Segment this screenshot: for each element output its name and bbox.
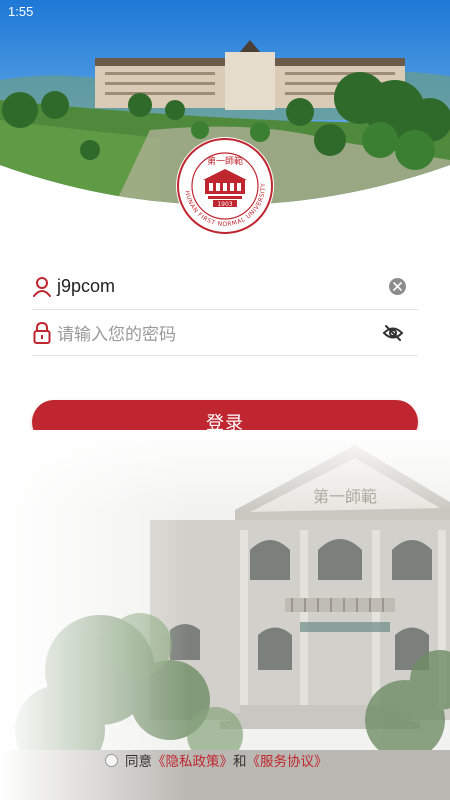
person-icon — [32, 276, 52, 298]
emblem-calligraphy: 第一師範 — [207, 155, 243, 167]
login-form: j9pcom 请输入您的密码 — [32, 264, 418, 356]
status-bar: 1:55 — [0, 0, 450, 24]
agree-radio[interactable] — [105, 753, 118, 767]
privacy-policy-link[interactable]: 《隐私政策》 — [152, 750, 233, 770]
password-input[interactable]: 请输入您的密码 — [57, 320, 176, 345]
agreement-prefix: 同意 — [125, 754, 152, 770]
eye-off-icon[interactable] — [382, 322, 404, 344]
clear-icon[interactable] — [389, 278, 406, 295]
university-emblem: 1903 第一師範 HUNAN FIRST NORMAL UNIVERSITY — [175, 136, 275, 236]
username-field[interactable]: j9pcom — [32, 264, 418, 310]
agreement-row: 同意 《隐私政策》 和 《服务协议》 — [105, 750, 328, 770]
password-field[interactable]: 请输入您的密码 — [32, 310, 418, 356]
agreement-connector: 和 — [233, 754, 247, 770]
emblem-year: 1903 — [217, 201, 232, 208]
service-agreement-link[interactable]: 《服务协议》 — [247, 750, 328, 770]
lock-icon — [32, 321, 52, 344]
bottom-building-photo: 第一師範 — [0, 430, 450, 800]
username-input[interactable]: j9pcom — [57, 276, 115, 297]
status-time: 1:55 — [8, 4, 34, 19]
